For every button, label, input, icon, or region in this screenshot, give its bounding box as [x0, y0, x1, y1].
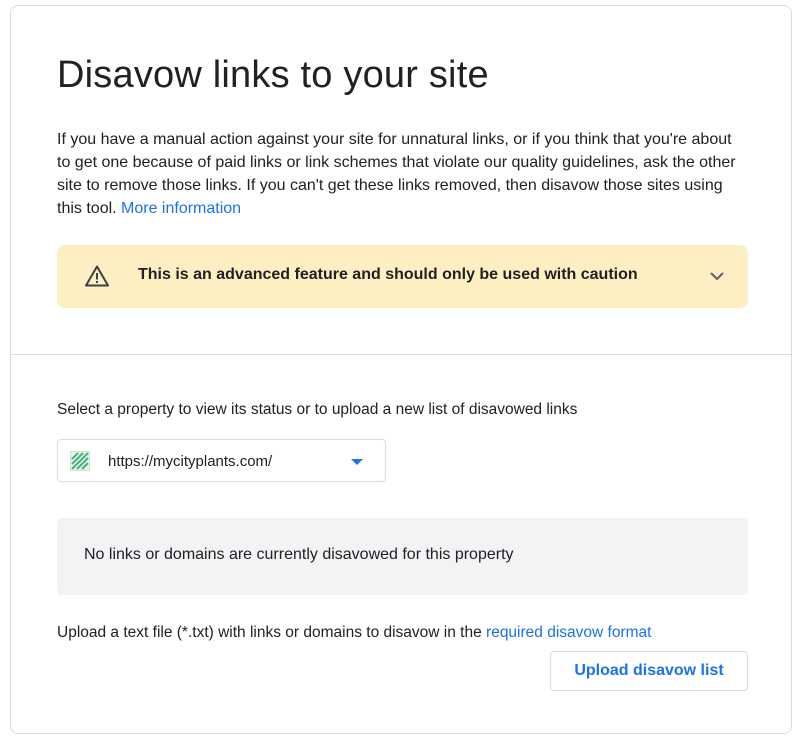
disavow-status-box: No links or domains are currently disavo…	[57, 518, 748, 595]
upload-disavow-list-button[interactable]: Upload disavow list	[550, 651, 748, 691]
disavow-card: Disavow links to your site If you have a…	[10, 5, 792, 734]
property-select-label: Select a property to view its status or …	[57, 401, 578, 418]
selected-property-url: https://mycityplants.com/	[108, 453, 273, 470]
upload-instructions: Upload a text file (*.txt) with links or…	[57, 624, 651, 642]
description-text: If you have a manual action against your…	[57, 128, 747, 220]
caution-text: This is an advanced feature and should o…	[138, 266, 638, 283]
site-favicon-icon	[70, 451, 90, 471]
page-title: Disavow links to your site	[57, 54, 489, 96]
more-information-link[interactable]: More information	[121, 200, 241, 217]
property-dropdown[interactable]: https://mycityplants.com/	[57, 439, 386, 482]
caution-banner[interactable]: This is an advanced feature and should o…	[57, 245, 748, 308]
intro-section: Disavow links to your site If you have a…	[11, 6, 791, 355]
disavow-format-link[interactable]: required disavow format	[486, 624, 651, 641]
upload-instructions-body: Upload a text file (*.txt) with links or…	[57, 624, 487, 641]
disavow-status-text: No links or domains are currently disavo…	[84, 546, 514, 563]
chevron-down-icon[interactable]	[708, 267, 726, 285]
dropdown-arrow-icon	[351, 459, 363, 465]
warning-triangle-icon	[85, 265, 109, 287]
